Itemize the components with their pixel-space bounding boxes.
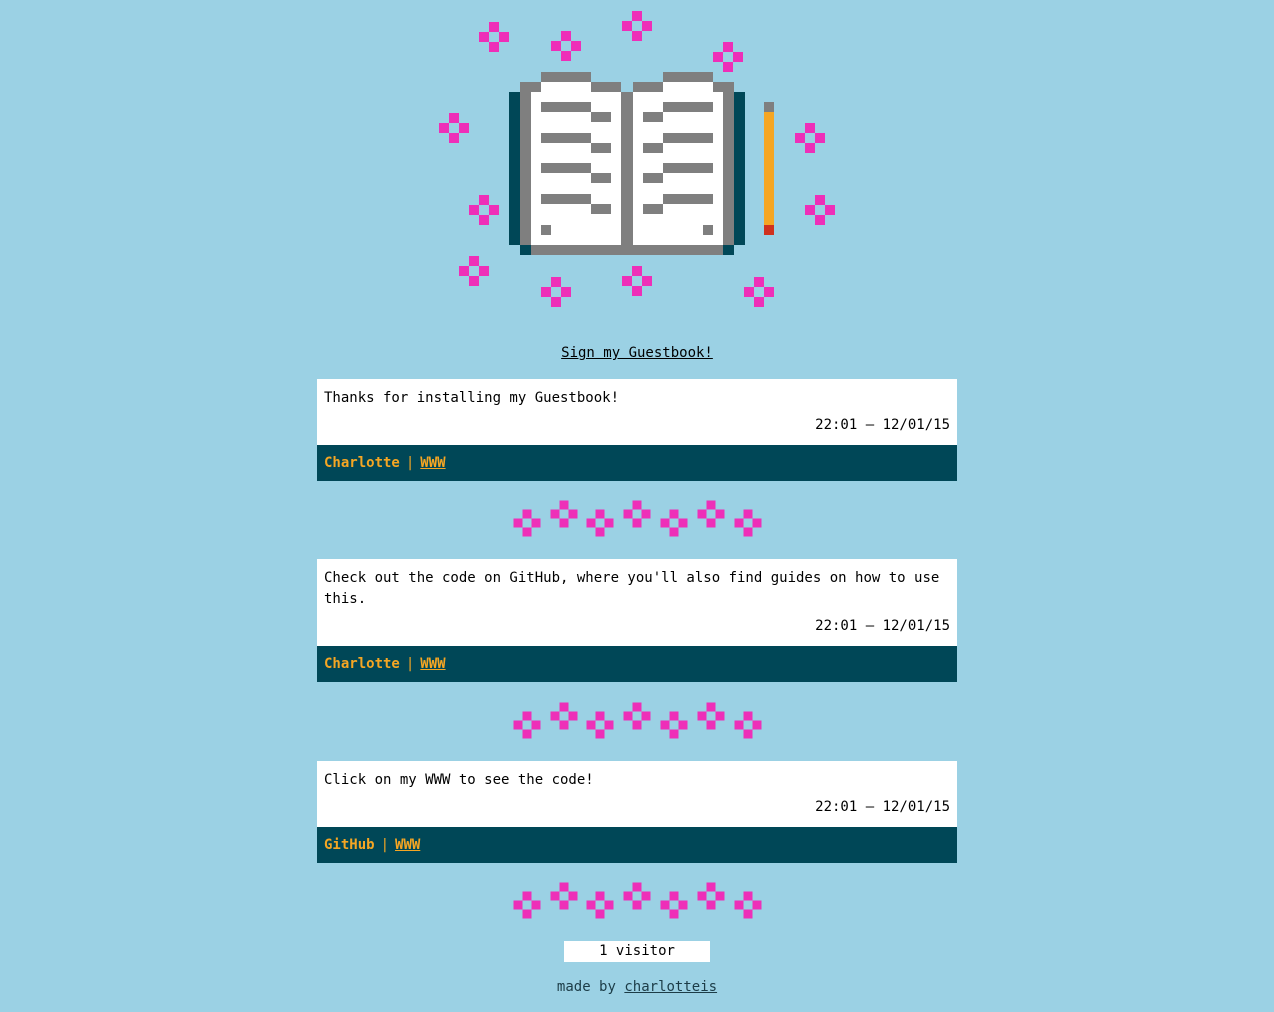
guestbook-hero-illustration (439, 11, 835, 307)
footer-prefix: made by (556, 979, 616, 995)
entry-author: Charlotte (324, 656, 400, 672)
sparkle-icon (713, 42, 743, 72)
entry-body: Thanks for installing my Guestbook! 22:0… (317, 379, 957, 445)
entry-separator: | (405, 656, 415, 672)
entry-footer: Charlotte | WWW (317, 445, 957, 481)
sparkle-divider (513, 500, 762, 537)
sparkle-icon (586, 711, 614, 739)
sparkle-icon (734, 509, 762, 537)
sparkle-icon (795, 123, 825, 153)
entry-body: Click on my WWW to see the code! 22:01 –… (317, 761, 957, 827)
author-link[interactable]: charlotteis (624, 979, 717, 995)
sparkle-icon (439, 113, 469, 143)
entry-message: Thanks for installing my Guestbook! (324, 390, 620, 406)
sparkle-icon (551, 31, 581, 61)
sparkle-icon (550, 882, 578, 910)
sparkle-icon (697, 500, 725, 528)
footer-credit: made by charlotteis (0, 979, 1274, 995)
entry-timestamp: 22:01 – 12/01/15 (815, 417, 950, 433)
sparkle-icon (744, 277, 774, 307)
sparkle-icon (586, 891, 614, 919)
sparkle-icon (660, 891, 688, 919)
visitor-counter: 1 visitor (564, 941, 710, 962)
guestbook-entry: Check out the code on GitHub, where you'… (317, 559, 957, 682)
sparkle-icon (622, 266, 652, 296)
guestbook-entry: Click on my WWW to see the code! 22:01 –… (317, 761, 957, 863)
sparkle-divider (513, 702, 762, 739)
sparkle-icon (623, 702, 651, 730)
entry-website-link[interactable]: WWW (395, 837, 420, 853)
entry-body: Check out the code on GitHub, where you'… (317, 559, 957, 646)
sparkle-icon (734, 891, 762, 919)
entry-footer: Charlotte | WWW (317, 646, 957, 682)
entry-author: GitHub (324, 837, 375, 853)
entry-footer: GitHub | WWW (317, 827, 957, 863)
sparkle-icon (513, 711, 541, 739)
entry-separator: | (405, 455, 415, 471)
sparkle-icon (513, 891, 541, 919)
entry-timestamp: 22:01 – 12/01/15 (815, 799, 950, 815)
sparkle-icon (660, 509, 688, 537)
sparkle-icon (734, 711, 762, 739)
sparkle-icon (459, 256, 489, 286)
entry-message: Click on my WWW to see the code! (324, 772, 594, 788)
sparkle-icon (550, 702, 578, 730)
sparkle-icon (550, 500, 578, 528)
sparkle-icon (805, 195, 835, 225)
sparkle-icon (623, 882, 651, 910)
sparkle-icon (697, 702, 725, 730)
entry-message: Check out the code on GitHub, where you'… (324, 570, 940, 607)
sparkle-icon (586, 509, 614, 537)
sparkle-icon (513, 509, 541, 537)
entry-website-link[interactable]: WWW (420, 656, 445, 672)
sparkle-icon (541, 277, 571, 307)
sparkle-icon (479, 22, 509, 52)
sparkle-icon (623, 500, 651, 528)
pencil-icon (764, 102, 774, 235)
sparkle-icon (622, 11, 652, 41)
open-book-icon (509, 72, 745, 255)
entry-website-link[interactable]: WWW (420, 455, 445, 471)
entry-separator: | (380, 837, 390, 853)
sparkle-icon (469, 195, 499, 225)
sign-guestbook-row: Sign my Guestbook! (0, 345, 1274, 361)
guestbook-entry: Thanks for installing my Guestbook! 22:0… (317, 379, 957, 481)
entry-timestamp: 22:01 – 12/01/15 (815, 618, 950, 634)
sparkle-divider (513, 882, 762, 919)
entry-author: Charlotte (324, 455, 400, 471)
sparkle-icon (660, 711, 688, 739)
sign-guestbook-link[interactable]: Sign my Guestbook! (561, 345, 713, 361)
sparkle-icon (697, 882, 725, 910)
